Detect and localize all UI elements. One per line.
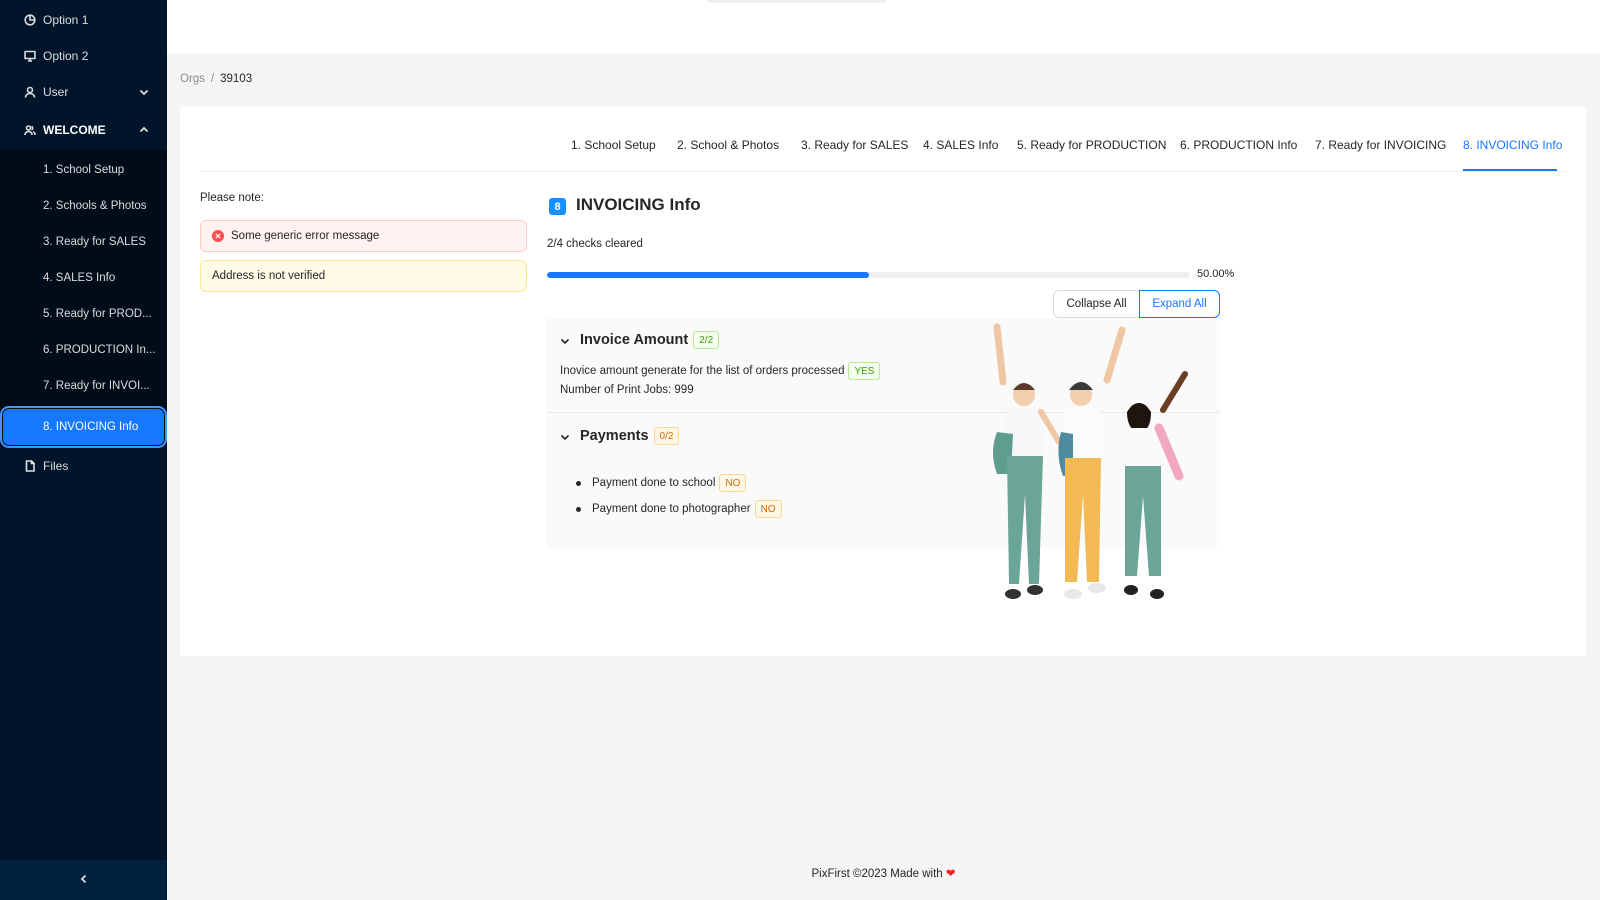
sidebar-item-label: Files <box>43 459 69 473</box>
bullet-dot <box>576 506 581 512</box>
tab-school-photos[interactable]: 2. School & Photos <box>677 138 779 152</box>
student-illustration-left <box>993 323 1062 599</box>
footer: PixFirst ©2023 Made with ❤ <box>167 866 1600 880</box>
progress-percent: 50.00% <box>1197 268 1235 280</box>
collapse-all-button[interactable]: Collapse All <box>1053 290 1140 318</box>
list-item: Payment done to photographer NO <box>576 500 782 518</box>
no-tag: NO <box>719 474 747 492</box>
user-icon <box>23 85 37 99</box>
footer-text: PixFirst ©2023 Made with <box>811 868 943 880</box>
student-illustration-right <box>1124 371 1188 599</box>
payments-header[interactable]: Payments 0/2 <box>560 427 680 445</box>
sidebar-item-option-1[interactable]: Option 1 <box>0 2 167 38</box>
payments-title: Payments <box>580 428 649 444</box>
header-decoration <box>707 0 887 3</box>
sidebar-item-label: Option 1 <box>43 13 89 27</box>
list-item: Payment done to school NO <box>576 474 747 492</box>
tab-sales-info[interactable]: 4. SALES Info <box>923 138 998 152</box>
bullet-dot <box>576 480 581 486</box>
file-icon <box>23 459 37 473</box>
sidebar-item-label: Option 2 <box>43 49 89 63</box>
sidebar-subitem-sales-info[interactable]: 4. SALES Info <box>0 260 167 296</box>
payment-item-label: Payment done to school <box>592 477 716 489</box>
invoice-amount-line: Inovice amount generate for the list of … <box>560 362 881 380</box>
tab-invoicing-info[interactable]: 8. INVOICING Info <box>1463 138 1562 152</box>
no-tag: NO <box>754 500 782 518</box>
sidebar-item-label: User <box>43 85 69 99</box>
tab-ready-for-sales[interactable]: 3. Ready for SALES <box>801 138 908 152</box>
progress-bar-fill <box>547 272 869 278</box>
warning-alert-text: Address is not verified <box>212 270 326 282</box>
chevron-down-icon <box>560 431 570 441</box>
checks-cleared-text: 2/4 checks cleared <box>547 238 643 250</box>
chevron-down-icon <box>560 335 570 345</box>
sidebar-item-welcome[interactable]: WELCOME <box>0 112 167 148</box>
tab-school-setup[interactable]: 1. School Setup <box>571 138 656 152</box>
invoice-amount-title: Invoice Amount <box>580 332 689 348</box>
sidebar-item-option-2[interactable]: Option 2 <box>0 38 167 74</box>
sidebar-item-files[interactable]: Files <box>0 448 167 484</box>
error-alert-text: Some generic error message <box>231 230 380 242</box>
chevron-up-icon <box>139 124 149 134</box>
sidebar-collapse-button[interactable] <box>0 860 167 900</box>
heart-icon: ❤ <box>945 868 956 880</box>
breadcrumb-separator: / <box>210 73 215 85</box>
error-alert: ✕ Some generic error message <box>200 220 527 252</box>
invoice-amount-header[interactable]: Invoice Amount 2/2 <box>560 331 720 349</box>
pie-chart-icon <box>23 13 37 27</box>
invoice-amount-line-text: Inovice amount generate for the list of … <box>560 365 845 377</box>
close-circle-icon: ✕ <box>212 230 224 242</box>
chevron-down-icon <box>139 86 149 96</box>
desktop-icon <box>23 49 37 63</box>
print-jobs-text: Number of Print Jobs: 999 <box>560 384 694 396</box>
tab-ready-for-invoicing[interactable]: 7. Ready for INVOICING <box>1315 138 1446 152</box>
breadcrumb-current: 39103 <box>220 73 253 85</box>
step-tabs: 1. School Setup 2. School & Photos 3. Re… <box>200 131 1566 172</box>
sidebar: Option 1 Option 2 User WELCOME 1. School… <box>0 0 167 900</box>
sidebar-subitem-school-setup[interactable]: 1. School Setup <box>0 152 167 188</box>
team-icon <box>23 123 37 137</box>
students-illustration <box>993 323 1188 599</box>
invoice-amount-badge: 2/2 <box>693 331 720 349</box>
expand-all-button[interactable]: Expand All <box>1139 290 1220 318</box>
section-number-badge: 8 <box>549 198 566 215</box>
payments-badge: 0/2 <box>653 427 680 445</box>
sidebar-subitem-ready-for-sales[interactable]: 3. Ready for SALES <box>0 224 167 260</box>
tab-production-info[interactable]: 6. PRODUCTION Info <box>1180 138 1297 152</box>
student-illustration-middle <box>1058 326 1126 599</box>
sidebar-item-user[interactable]: User <box>0 74 167 110</box>
sidebar-subitem-invoicing-info[interactable]: 8. INVOICING Info <box>0 406 167 448</box>
sidebar-item-label: WELCOME <box>43 123 106 137</box>
top-header <box>167 0 1600 53</box>
tab-ready-for-production[interactable]: 5. Ready for PRODUCTION <box>1017 138 1166 152</box>
tab-active-indicator <box>1463 169 1557 171</box>
sidebar-subitem-ready-for-production[interactable]: 5. Ready for PROD... <box>0 296 167 332</box>
breadcrumb-orgs-link[interactable]: Orgs <box>180 73 205 85</box>
progress-bar <box>547 272 1190 278</box>
warning-alert: Address is not verified <box>200 260 527 292</box>
sidebar-subitem-schools-photos[interactable]: 2. Schools & Photos <box>0 188 167 224</box>
please-note-label: Please note: <box>200 192 264 204</box>
sidebar-subitem-ready-for-invoicing[interactable]: 7. Ready for INVOI... <box>0 368 167 404</box>
yes-tag: YES <box>848 362 881 380</box>
main-card: 1. School Setup 2. School & Photos 3. Re… <box>180 107 1586 656</box>
sidebar-subitem-production-info[interactable]: 6. PRODUCTION In... <box>0 332 167 368</box>
breadcrumb: Orgs / 39103 <box>180 73 252 85</box>
payment-item-label: Payment done to photographer <box>592 503 751 515</box>
section-title: INVOICING Info <box>576 195 701 214</box>
chevron-left-icon <box>79 873 89 887</box>
